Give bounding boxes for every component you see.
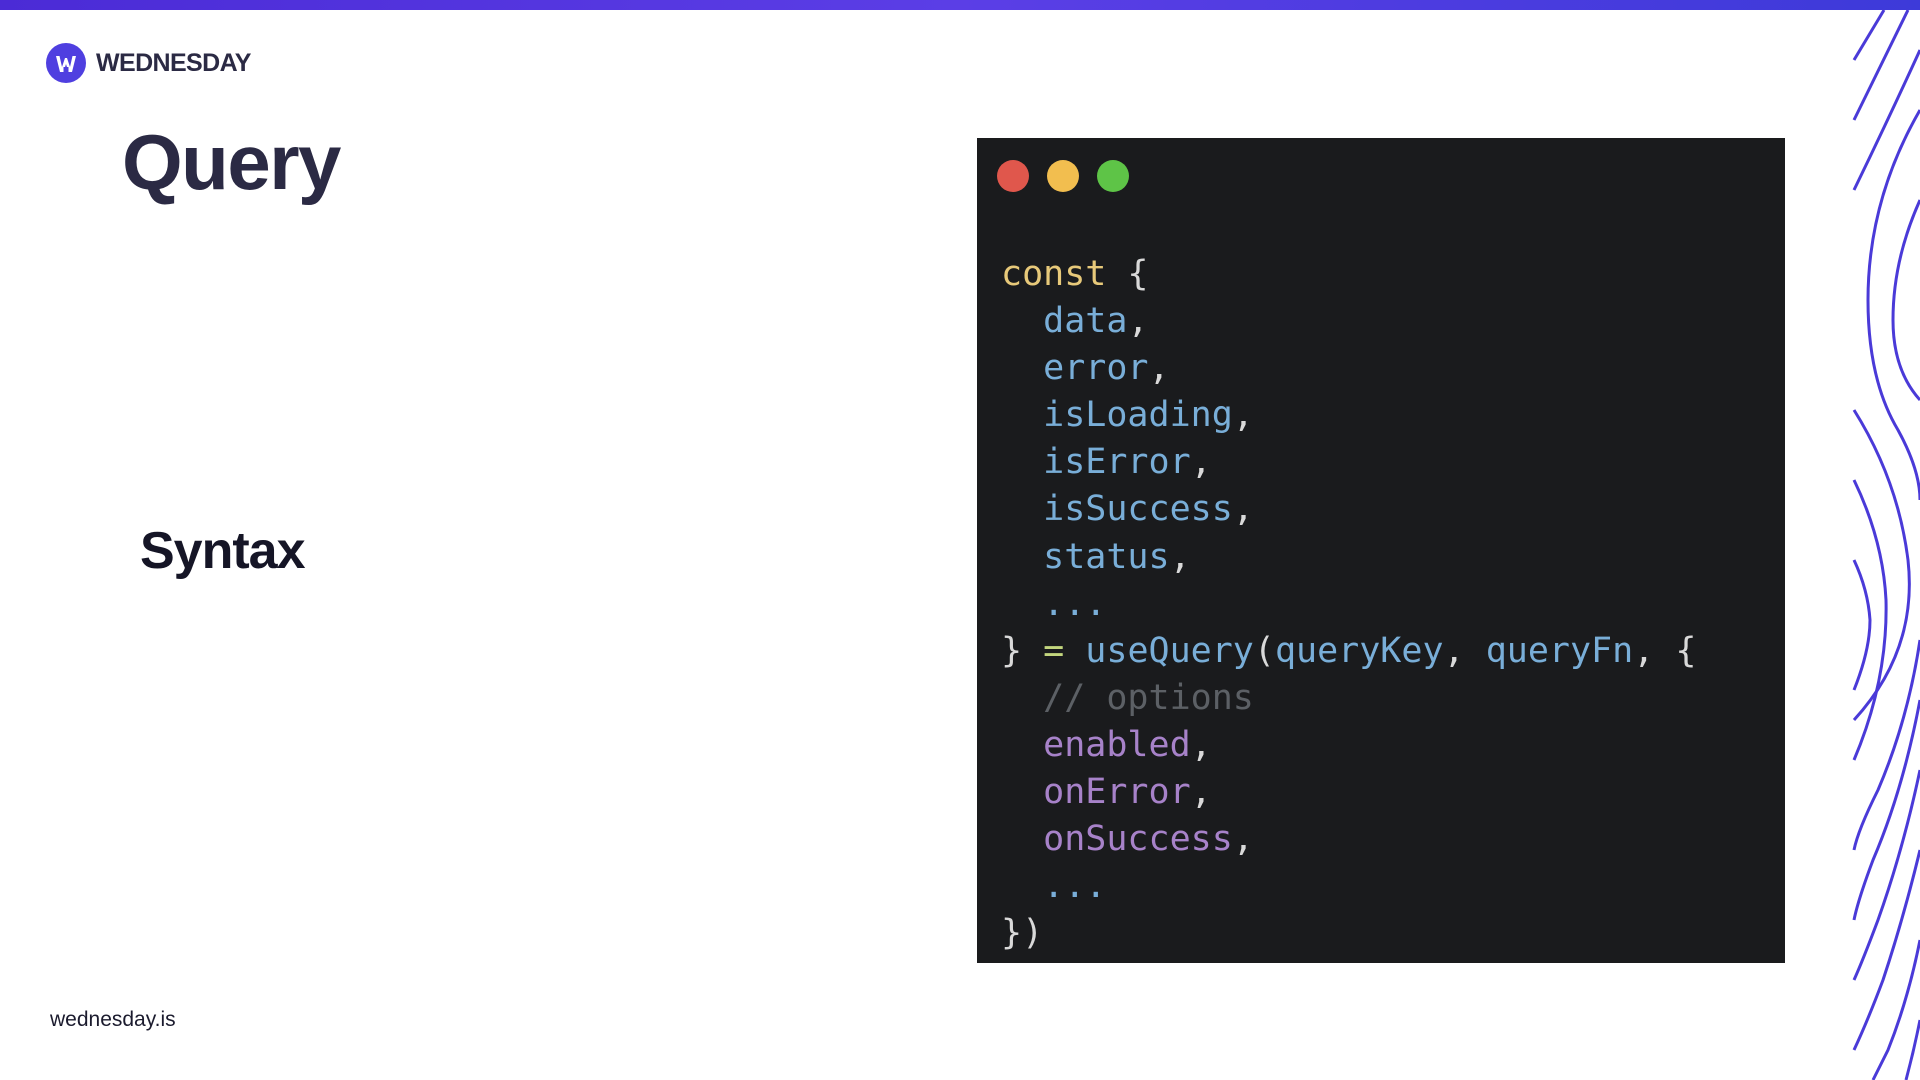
minimize-dot-icon <box>1047 160 1079 192</box>
code-token: ... <box>1001 866 1107 907</box>
footer-url: wednesday.is <box>50 1008 176 1031</box>
code-token: data <box>1001 301 1128 342</box>
code-line: ... <box>1001 581 1696 628</box>
code-token: enabled <box>1001 724 1191 765</box>
code-token: // options <box>1001 677 1254 718</box>
code-token: status <box>1001 536 1170 577</box>
code-line: isSuccess, <box>1001 486 1696 533</box>
code-line: // options <box>1001 675 1696 722</box>
code-token: , <box>1443 630 1486 671</box>
code-token: onSuccess <box>1001 819 1233 860</box>
section-subtitle: Syntax <box>140 522 306 580</box>
code-line: } = useQuery(queryKey, queryFn, { <box>1001 628 1696 675</box>
code-line: enabled, <box>1001 722 1696 769</box>
code-line: onError, <box>1001 769 1696 816</box>
code-token: onError <box>1001 772 1191 813</box>
top-accent-bar <box>0 0 1920 10</box>
code-line: onSuccess, <box>1001 816 1696 863</box>
page-title: Query <box>122 118 341 206</box>
code-token: = <box>1022 630 1086 671</box>
code-line: data, <box>1001 298 1696 345</box>
code-token: , { <box>1633 630 1697 671</box>
code-token: queryKey <box>1274 630 1444 671</box>
brand-logo: WEDNESDAY <box>46 42 251 84</box>
code-token: , <box>1232 395 1254 436</box>
code-window: const { data, error, isLoading, isError,… <box>977 138 1785 963</box>
close-dot-icon <box>997 160 1029 192</box>
code-token: }) <box>1001 913 1044 954</box>
code-block: const { data, error, isLoading, isError,… <box>1001 251 1696 957</box>
code-line: }) <box>1001 910 1696 957</box>
code-token: , <box>1148 348 1170 389</box>
code-token: ... <box>1001 583 1107 624</box>
code-token: , <box>1190 442 1212 483</box>
code-token: isSuccess <box>1001 489 1233 530</box>
maximize-dot-icon <box>1097 160 1129 192</box>
code-token: error <box>1001 348 1149 389</box>
brand-name: WEDNESDAY <box>96 48 251 77</box>
wavy-lines-decoration <box>1852 9 1920 1080</box>
code-token: , <box>1169 536 1191 577</box>
code-token: queryFn <box>1485 630 1634 671</box>
code-line: ... <box>1001 863 1696 910</box>
code-token: , <box>1190 724 1212 765</box>
code-line: isError, <box>1001 439 1696 486</box>
code-line: error, <box>1001 345 1696 392</box>
code-token: ( <box>1253 630 1275 671</box>
code-token: useQuery <box>1085 630 1254 671</box>
code-token: } <box>1001 630 1023 671</box>
code-token: , <box>1127 301 1149 342</box>
code-line: status, <box>1001 534 1696 581</box>
code-token: , <box>1232 489 1254 530</box>
code-token: isError <box>1001 442 1191 483</box>
code-token: const <box>1001 254 1107 294</box>
code-token: { <box>1106 254 1149 294</box>
wednesday-logo-icon <box>46 43 86 83</box>
code-token: isLoading <box>1001 395 1233 436</box>
code-line: const { <box>1001 251 1696 298</box>
code-token: , <box>1232 819 1254 860</box>
code-token: , <box>1190 772 1212 813</box>
code-line: isLoading, <box>1001 392 1696 439</box>
